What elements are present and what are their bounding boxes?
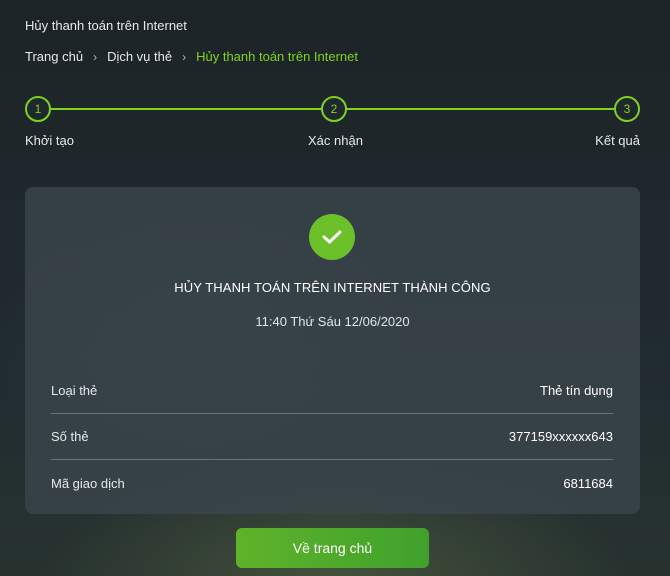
detail-label: Số thẻ <box>51 429 89 444</box>
step-connector <box>51 108 321 110</box>
breadcrumb-current: Hủy thanh toán trên Internet <box>196 49 358 64</box>
breadcrumb-separator-icon: › <box>182 49 187 64</box>
detail-value: 6811684 <box>563 475 613 491</box>
check-icon <box>309 214 355 260</box>
home-button[interactable]: Về trang chủ <box>236 528 429 568</box>
detail-value: Thẻ tín dụng <box>540 383 613 398</box>
step-2-number: 2 <box>330 102 338 116</box>
breadcrumb-separator-icon: › <box>93 49 98 64</box>
detail-label: Mã giao dịch <box>51 475 125 491</box>
step-2-indicator: 2 <box>321 96 347 122</box>
result-timestamp: 11:40 Thứ Sáu 12/06/2020 <box>255 314 410 329</box>
result-title: HỦY THANH TOÁN TRÊN INTERNET THÀNH CÔNG <box>174 280 491 295</box>
progress-stepper: 1 2 3 Khởi tạo Xác nhận Kết quả <box>25 96 640 156</box>
detail-value: 377159xxxxxx643 <box>508 429 613 444</box>
transaction-details: Loại thẻ Thẻ tín dụng Số thẻ 377159xxxxx… <box>51 368 613 506</box>
step-connector <box>346 108 614 110</box>
step-3-number: 3 <box>623 102 631 116</box>
detail-label: Loại thẻ <box>51 383 98 398</box>
detail-row-transaction-id: Mã giao dịch 6811684 <box>51 460 613 506</box>
detail-row-card-type: Loại thẻ Thẻ tín dụng <box>51 368 613 414</box>
step-3-label: Kết quả <box>595 133 640 148</box>
step-1-label: Khởi tạo <box>25 133 74 148</box>
detail-row-card-number: Số thẻ 377159xxxxxx643 <box>51 414 613 460</box>
step-1-indicator: 1 <box>25 96 51 122</box>
page-title: Hủy thanh toán trên Internet <box>25 18 187 33</box>
step-3-indicator: 3 <box>614 96 640 122</box>
result-card: HỦY THANH TOÁN TRÊN INTERNET THÀNH CÔNG … <box>25 187 640 514</box>
breadcrumb-home-link[interactable]: Trang chủ <box>25 49 83 64</box>
breadcrumb-card-services-link[interactable]: Dịch vụ thẻ <box>107 49 172 64</box>
step-1-number: 1 <box>34 102 42 116</box>
breadcrumb: Trang chủ › Dịch vụ thẻ › Hủy thanh toán… <box>25 49 358 64</box>
step-2-label: Xác nhận <box>308 133 363 148</box>
